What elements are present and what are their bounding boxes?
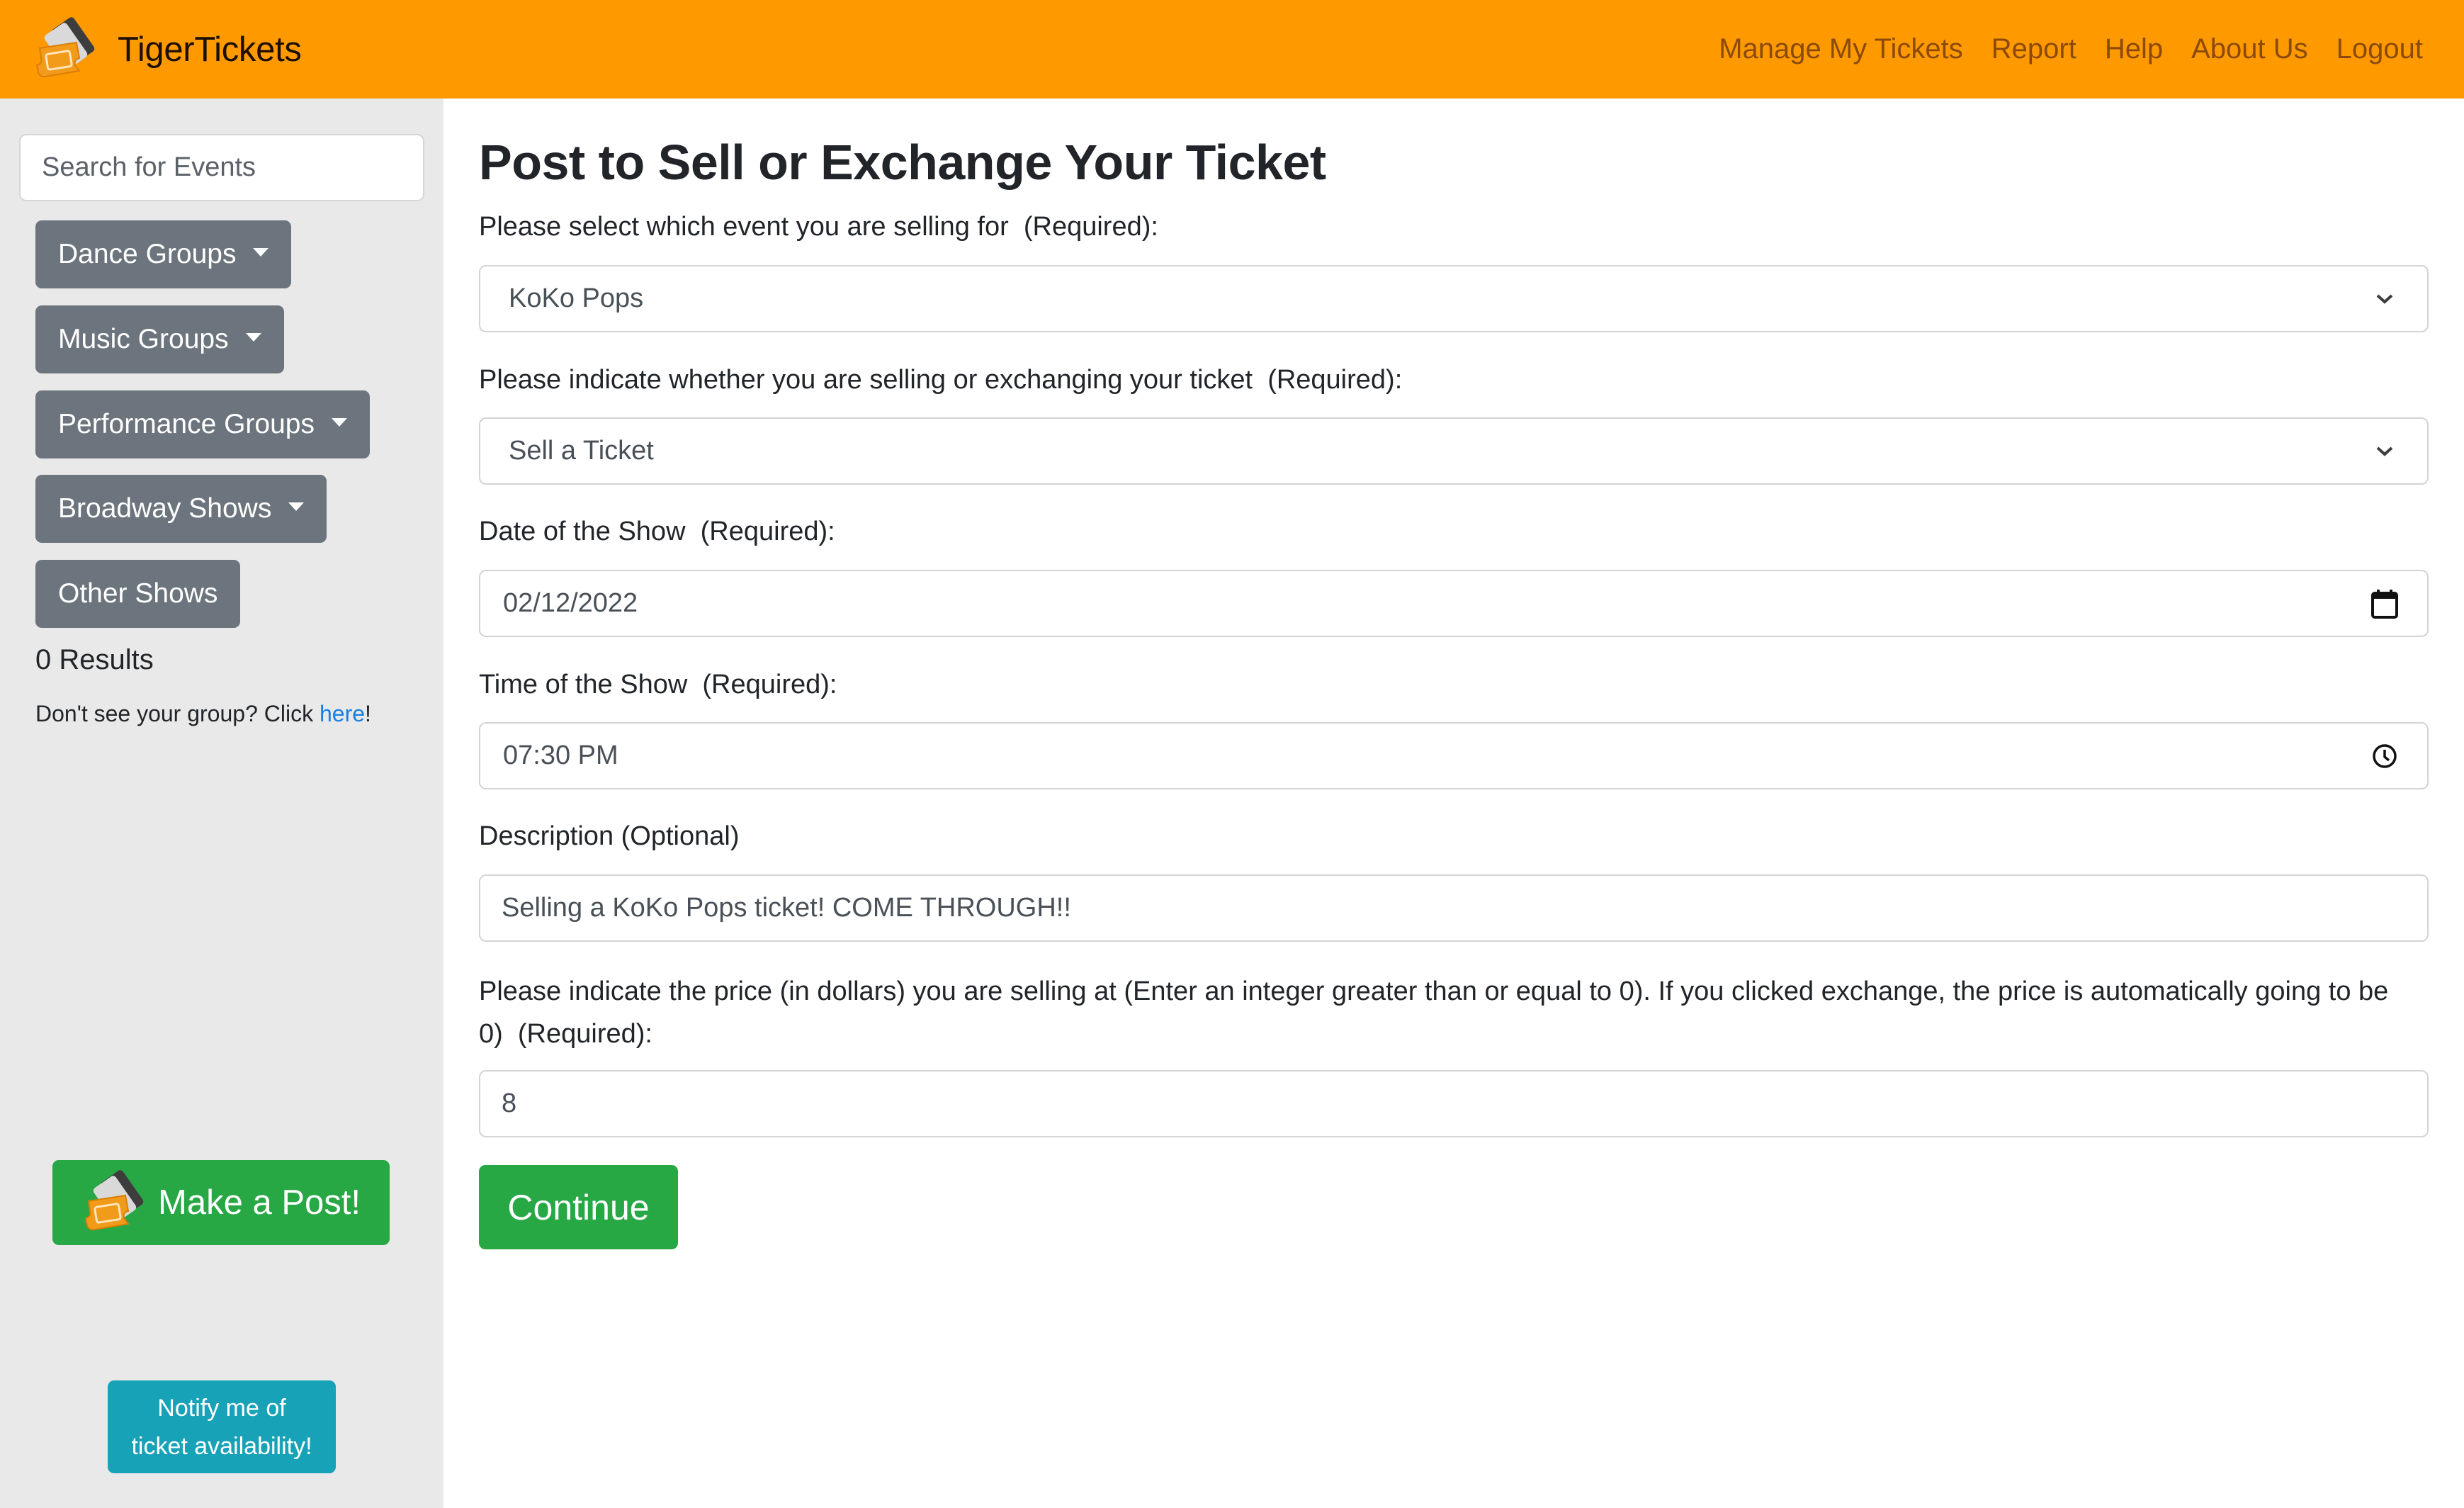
performance-groups-dropdown[interactable]: Performance Groups [35,390,370,458]
date-value: 02/12/2022 [503,588,638,618]
caret-down-icon [332,418,347,427]
nav-manage-my-tickets[interactable]: Manage My Tickets [1719,33,1963,65]
performance-groups-label: Performance Groups [58,409,315,439]
dance-groups-label: Dance Groups [58,239,237,269]
nav-links: Manage My Tickets Report Help About Us L… [1690,0,2423,99]
hint-text: Don't see your group? Click [35,701,320,726]
music-groups-dropdown[interactable]: Music Groups [35,305,284,373]
description-value: Selling a KoKo Pops ticket! COME THROUGH… [502,893,1071,923]
nav-logout[interactable]: Logout [2336,33,2423,65]
date-input[interactable]: 02/12/2022 [479,570,2429,637]
results-count: 0 Results [35,644,154,675]
caret-down-icon [288,502,305,511]
price-value: 8 [502,1088,517,1118]
make-a-post-label: Make a Post! [158,1183,361,1222]
caret-down-icon [245,333,261,342]
nav-about-us[interactable]: About Us [2191,33,2308,65]
hint-suffix: ! [365,701,371,726]
date-label: Date of the Show (Required): [479,517,835,546]
other-shows-button[interactable]: Other Shows [35,560,241,628]
notify-availability-button[interactable]: Notify me of ticket availability! [108,1380,336,1473]
price-label: Please indicate the price (in dollars) y… [479,977,2389,1049]
notify-line-1: Notify me of [157,1395,286,1422]
nav-report[interactable]: Report [1991,33,2076,65]
sell-exchange-select[interactable]: Sell a Ticket [479,417,2429,485]
nav-help[interactable]: Help [2105,33,2163,65]
here-link[interactable]: here [320,701,365,726]
chevron-down-icon [2370,437,2399,466]
ticket-stack-icon [35,16,96,78]
event-value: KoKo Pops [509,283,644,313]
continue-button[interactable]: Continue [479,1165,678,1249]
page-title: Post to Sell or Exchange Your Ticket [479,135,1326,190]
other-shows-label: Other Shows [58,578,218,609]
price-input[interactable]: 8 [479,1070,2429,1137]
chevron-down-icon [2370,285,2399,313]
dance-groups-dropdown[interactable]: Dance Groups [35,220,292,288]
brand-name[interactable]: TigerTickets [118,30,302,69]
description-label: Description (Optional) [479,821,740,851]
music-groups-label: Music Groups [58,324,229,354]
search-events-input[interactable] [19,134,424,201]
sidebar: Dance Groups Music Groups Performance Gr… [0,99,443,1508]
event-label: Please select which event you are sellin… [479,212,1158,242]
make-a-post-button[interactable]: Make a Post! [52,1160,390,1245]
notify-line-2: ticket availability! [131,1433,312,1460]
caret-down-icon [253,248,269,257]
group-hint: Don't see your group? Click here! [35,701,371,727]
event-select[interactable]: KoKo Pops [479,265,2429,332]
calendar-icon[interactable] [2370,589,2399,619]
broadway-shows-dropdown[interactable]: Broadway Shows [35,475,327,543]
broadway-shows-label: Broadway Shows [58,493,272,524]
description-input[interactable]: Selling a KoKo Pops ticket! COME THROUGH… [479,874,2429,942]
type-value: Sell a Ticket [509,436,654,466]
top-navbar: TigerTickets Manage My Tickets Report He… [0,0,2464,99]
time-input[interactable]: 07:30 PM [479,722,2429,789]
clock-icon[interactable] [2370,742,2399,770]
time-label: Time of the Show (Required): [479,670,837,699]
type-label: Please indicate whether you are selling … [479,365,1403,395]
brand[interactable]: TigerTickets [33,16,302,84]
time-value: 07:30 PM [503,741,618,770]
ticket-stack-icon [84,1169,146,1231]
